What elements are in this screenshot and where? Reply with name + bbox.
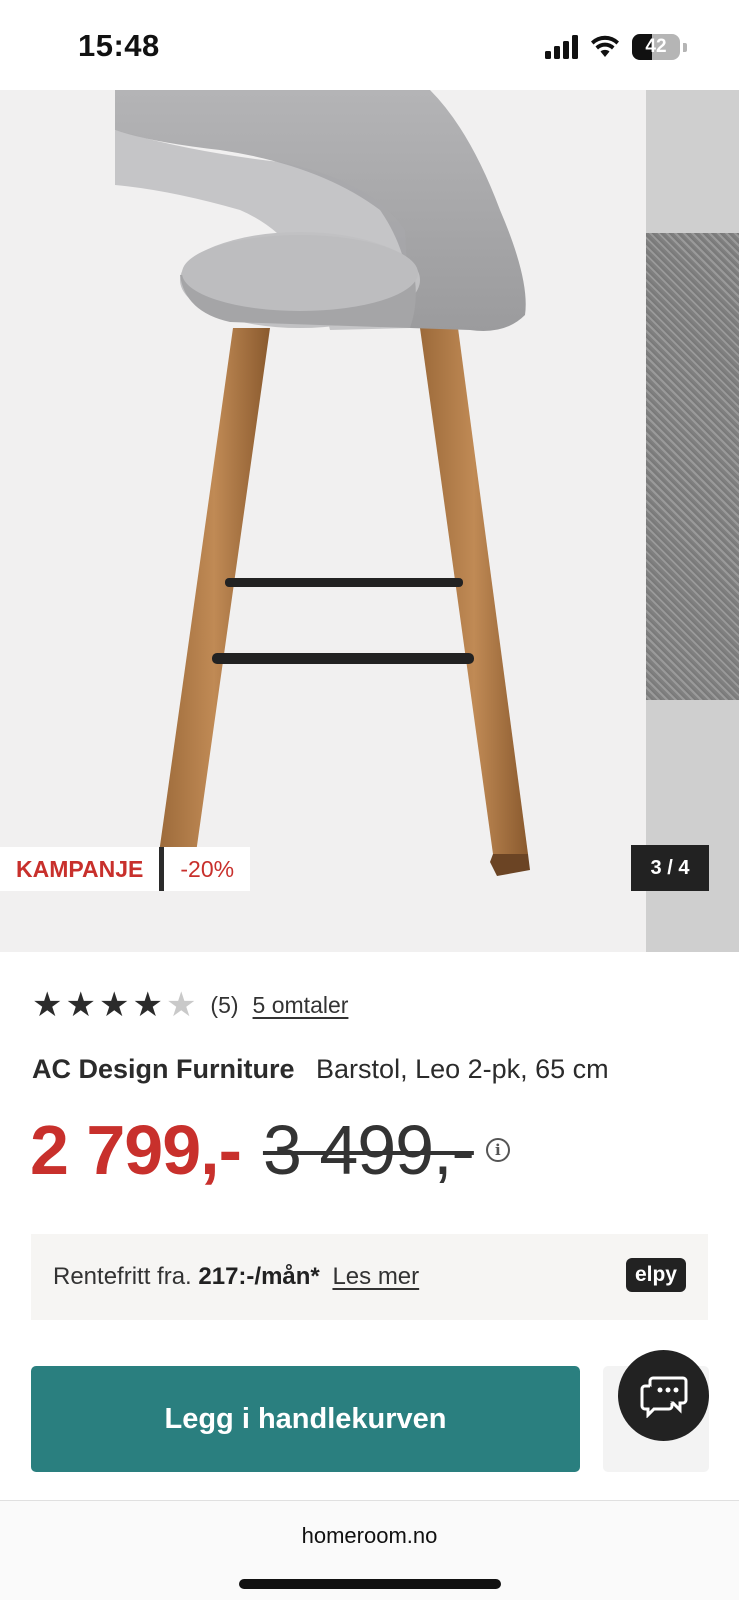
url-text[interactable]: homeroom.no (0, 1523, 739, 1549)
chat-icon (640, 1376, 687, 1418)
wifi-icon (591, 35, 619, 57)
status-icons: 42 (545, 34, 687, 60)
status-bar: 15:48 42 (0, 0, 739, 90)
product-name: Barstol, Leo 2-pk, 65 cm (316, 1054, 609, 1084)
discount-badge: -20% (159, 847, 251, 891)
battery-icon: 42 (632, 34, 680, 60)
current-price: 2 799,- (30, 1111, 242, 1189)
cellular-signal-icon (545, 35, 578, 59)
star-filled-icon: ★ (132, 986, 163, 1024)
info-icon[interactable]: i (485, 1138, 510, 1162)
battery-percentage: 42 (645, 36, 667, 57)
original-price: 3 499,- (262, 1111, 475, 1189)
badge-row: KAMPANJE -20% (0, 847, 251, 891)
home-indicator[interactable] (239, 1579, 501, 1589)
star-empty-icon: ★ (165, 986, 197, 1024)
financing-text: Rentefritt fra. 217:-/mån* Les mer (53, 1263, 419, 1291)
battery-tip (683, 42, 687, 52)
brand-name[interactable]: AC Design Furniture (32, 1054, 295, 1084)
read-more-link[interactable]: Les mer (332, 1263, 419, 1290)
product-image-gallery[interactable]: KAMPANJE -20% 3 / 4 (0, 90, 739, 952)
elpy-logo: elpy (625, 1258, 686, 1292)
star-filled-icon: ★ (65, 986, 96, 1024)
star-rating: ★ ★ ★ ★ ★ (32, 988, 196, 1022)
star-filled-icon: ★ (32, 986, 63, 1024)
reviews-link[interactable]: 5 omtaler (253, 992, 349, 1019)
chat-button[interactable] (618, 1350, 709, 1441)
add-to-cart-button[interactable]: Legg i handlekurven (31, 1366, 580, 1472)
rating-count: (5) (210, 991, 239, 1018)
product-image-barstool (0, 90, 646, 952)
fabric-swatch-image (646, 233, 739, 700)
rating-row: ★ ★ ★ ★ ★ (5) 5 omtaler (32, 988, 348, 1022)
next-slide-preview[interactable] (646, 90, 739, 952)
image-counter: 3 / 4 (631, 845, 709, 891)
star-filled-icon: ★ (98, 986, 130, 1024)
browser-address-bar[interactable]: homeroom.no (0, 1500, 739, 1600)
price-row: 2 799,- 3 499,- i (30, 1110, 510, 1190)
campaign-badge: KAMPANJE (0, 847, 160, 891)
financing-prefix: Rentefritt fra. (53, 1263, 192, 1290)
product-title: AC Design Furniture Barstol, Leo 2-pk, 6… (32, 1054, 609, 1085)
status-time: 15:48 (78, 28, 160, 63)
financing-banner: Rentefritt fra. 217:-/mån* Les mer elpy (31, 1234, 708, 1320)
financing-amount: 217:-/mån* (198, 1263, 320, 1290)
